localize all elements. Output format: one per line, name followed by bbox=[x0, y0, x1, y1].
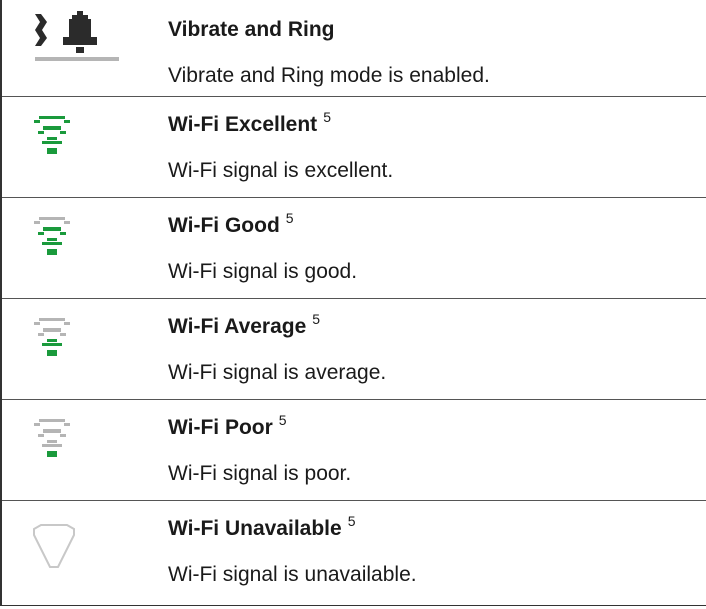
text-cell: Vibrate and Ring Vibrate and Ring mode i… bbox=[137, 0, 706, 96]
icon-cell bbox=[2, 198, 137, 298]
row-description: Vibrate and Ring mode is enabled. bbox=[168, 64, 490, 87]
table-row: Wi-Fi Unavailable 5 Wi-Fi signal is unava… bbox=[2, 501, 706, 606]
row-description: Wi-Fi signal is average. bbox=[168, 361, 387, 384]
status-icon-table: Vibrate and Ring Vibrate and Ring mode i… bbox=[0, 0, 706, 606]
footnote-marker: 5 bbox=[323, 109, 331, 125]
text-cell: Wi-Fi Good 5 Wi-Fi signal is good. bbox=[137, 198, 706, 298]
footnote-marker: 5 bbox=[347, 513, 356, 529]
wifi-good-icon bbox=[34, 217, 70, 255]
row-description: Wi-Fi signal is poor. bbox=[168, 462, 352, 485]
wifi-unavailable-icon bbox=[33, 524, 75, 568]
wifi-average-icon bbox=[34, 318, 70, 356]
row-title: Vibrate and Ring bbox=[168, 18, 335, 41]
footnote-marker: 5 bbox=[278, 412, 287, 428]
row-description: Wi-Fi signal is good. bbox=[168, 260, 358, 283]
footnote-marker: 5 bbox=[285, 210, 294, 226]
row-title: Wi-Fi Average 5 bbox=[168, 311, 321, 338]
icon-cell bbox=[2, 97, 137, 197]
icon-cell bbox=[2, 299, 137, 399]
row-title: Wi-Fi Good 5 bbox=[168, 210, 294, 237]
table-row: Wi-Fi Good 5 Wi-Fi signal is good. bbox=[2, 198, 706, 299]
wifi-excellent-icon bbox=[34, 116, 70, 154]
row-description: Wi-Fi signal is unavailable. bbox=[168, 563, 417, 586]
wifi-poor-icon bbox=[34, 419, 70, 457]
icon-cell bbox=[2, 501, 137, 605]
table-row: Wi-Fi Average 5 Wi-Fi signal is average. bbox=[2, 299, 706, 400]
text-cell: Wi-Fi Average 5 Wi-Fi signal is average. bbox=[137, 299, 706, 399]
icon-cell bbox=[2, 0, 137, 96]
row-title: Wi-Fi Unavailable 5 bbox=[168, 513, 356, 540]
vibrate-and-ring-icon bbox=[35, 11, 119, 61]
icon-cell bbox=[2, 400, 137, 500]
table-row: Wi-Fi Poor 5 Wi-Fi signal is poor. bbox=[2, 400, 706, 501]
text-cell: Wi-Fi Poor 5 Wi-Fi signal is poor. bbox=[137, 400, 706, 500]
table-row: Wi-Fi Excellent 5 Wi-Fi signal is excelle… bbox=[2, 97, 706, 198]
text-cell: Wi-Fi Excellent 5 Wi-Fi signal is excelle… bbox=[137, 97, 706, 197]
row-title: Wi-Fi Excellent 5 bbox=[168, 109, 331, 136]
footnote-marker: 5 bbox=[312, 311, 321, 327]
table-row: Vibrate and Ring Vibrate and Ring mode i… bbox=[2, 0, 706, 97]
row-title: Wi-Fi Poor 5 bbox=[168, 412, 287, 439]
text-cell: Wi-Fi Unavailable 5 Wi-Fi signal is unava… bbox=[137, 501, 706, 605]
row-description: Wi-Fi signal is excellent. bbox=[168, 159, 394, 182]
